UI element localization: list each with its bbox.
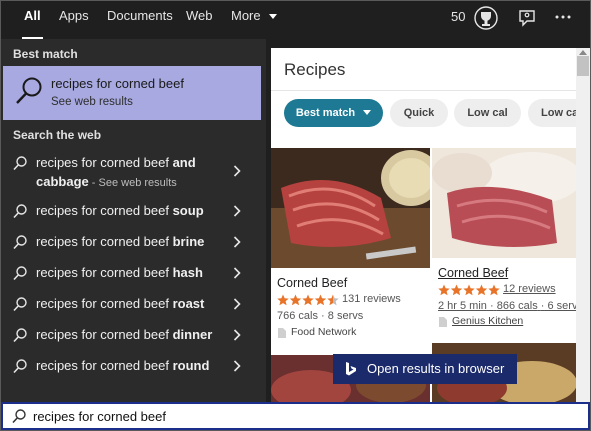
recipe-card[interactable]: Corned Beef 131 reviews 766 cals · 8 ser… bbox=[271, 148, 430, 344]
separator-dot: · bbox=[540, 300, 545, 312]
scrollbar-thumb[interactable] bbox=[577, 56, 589, 76]
search-icon bbox=[13, 235, 27, 250]
scrollbar[interactable] bbox=[576, 48, 590, 402]
rewards-trophy-icon[interactable] bbox=[474, 5, 498, 31]
chevron-right-icon[interactable] bbox=[233, 298, 241, 310]
calories: 866 cals bbox=[496, 300, 538, 312]
best-match-title: recipes for corned beef bbox=[51, 76, 184, 91]
bing-icon bbox=[346, 362, 356, 376]
recipe-title-link[interactable]: Corned Beef bbox=[438, 266, 508, 280]
recipe-title: Corned Beef bbox=[277, 276, 348, 290]
corned-beef-image bbox=[432, 148, 576, 258]
separator-dot: · bbox=[321, 310, 325, 322]
document-icon bbox=[278, 328, 286, 338]
divider bbox=[271, 90, 576, 91]
chevron-right-icon[interactable] bbox=[233, 236, 241, 248]
recipe-source-link[interactable]: Genius Kitchen bbox=[452, 315, 523, 327]
suggestion-prefix: recipes for corned beef bbox=[36, 265, 173, 280]
top-bar: All Apps Documents Web More 50 bbox=[1, 1, 590, 40]
suggestion-prefix: recipes for corned beef bbox=[36, 155, 173, 170]
tab-documents[interactable]: Documents bbox=[107, 9, 173, 31]
filter-best-match[interactable]: Best match bbox=[284, 99, 383, 127]
open-results-in-browser-button[interactable]: Open results in browser bbox=[333, 354, 517, 384]
cook-time: 2 hr 5 min bbox=[438, 300, 487, 312]
suggestion-term: and bbox=[172, 155, 196, 170]
open-results-label: Open results in browser bbox=[367, 361, 505, 376]
caret-down-icon bbox=[363, 110, 372, 115]
feedback-icon[interactable] bbox=[518, 9, 536, 27]
chevron-down-icon bbox=[269, 13, 278, 19]
search-icon bbox=[13, 297, 27, 312]
suggestion-term: roast bbox=[172, 296, 205, 311]
search-icon bbox=[13, 156, 27, 171]
search-input[interactable]: recipes for corned beef bbox=[33, 409, 166, 424]
review-count: 131 reviews bbox=[342, 293, 401, 305]
suggestion-prefix: recipes for corned beef bbox=[36, 358, 173, 373]
suggestion-term: round bbox=[172, 358, 210, 373]
suggestion-term: dinner bbox=[172, 327, 213, 342]
servings: 8 servs bbox=[327, 310, 364, 322]
best-match-item[interactable]: recipes for corned beef See web results bbox=[3, 66, 261, 120]
tab-web[interactable]: Web bbox=[186, 9, 213, 31]
separator-dot: · bbox=[489, 300, 494, 312]
recipes-title: Recipes bbox=[284, 60, 346, 79]
suggestion-term: brine bbox=[172, 234, 205, 249]
search-web-heading: Search the web bbox=[13, 128, 102, 142]
search-icon bbox=[13, 328, 27, 343]
suggestion-item[interactable]: recipes for corned beef and cabbage - Se… bbox=[1, 148, 266, 196]
review-count-link[interactable]: 12 reviews bbox=[503, 283, 556, 295]
calories: 766 cals bbox=[277, 310, 318, 322]
servings: 6 servs bbox=[547, 300, 577, 312]
suggestion-item[interactable]: recipes for corned beef hash bbox=[1, 258, 266, 289]
recipe-meta: 2 hr 5 min · 866 cals · 6 servs bbox=[438, 300, 576, 312]
search-icon bbox=[13, 359, 27, 374]
suggestion-item[interactable]: recipes for corned beef brine bbox=[1, 227, 266, 258]
document-icon bbox=[439, 317, 447, 327]
suggestion-term-line2: cabbage bbox=[36, 174, 89, 189]
suggestion-prefix: recipes for corned beef bbox=[36, 327, 173, 342]
tab-more[interactable]: More bbox=[231, 9, 278, 31]
suggestion-term: hash bbox=[172, 265, 203, 280]
tab-more-label: More bbox=[231, 8, 261, 23]
filter-label: Best match bbox=[295, 107, 356, 119]
suggestion-item[interactable]: recipes for corned beef dinner bbox=[1, 320, 266, 351]
tab-apps[interactable]: Apps bbox=[59, 9, 89, 31]
results-list-pane: Best match recipes for corned beef See w… bbox=[1, 39, 266, 402]
chevron-right-icon[interactable] bbox=[233, 329, 241, 341]
scroll-up-icon[interactable] bbox=[579, 50, 587, 55]
search-icon bbox=[12, 409, 26, 424]
chevron-right-icon[interactable] bbox=[233, 165, 241, 177]
search-icon bbox=[13, 204, 27, 219]
see-web-results-label: - See web results bbox=[88, 177, 177, 189]
suggestion-item[interactable]: recipes for corned beef roast bbox=[1, 289, 266, 320]
suggestion-prefix: recipes for corned beef bbox=[36, 296, 173, 311]
suggestion-item[interactable]: recipes for corned beef soup bbox=[1, 196, 266, 227]
rewards-points: 50 bbox=[451, 9, 466, 24]
filter-low-cal[interactable]: Low cal bbox=[454, 99, 521, 127]
tab-all[interactable]: All bbox=[22, 9, 43, 40]
recipe-card[interactable]: Corned Beef 12 reviews 2 hr 5 min · 866 … bbox=[432, 148, 576, 328]
search-icon bbox=[16, 77, 42, 104]
rating-stars bbox=[277, 294, 339, 306]
chevron-right-icon[interactable] bbox=[233, 205, 241, 217]
recipe-source: Food Network bbox=[291, 326, 357, 338]
best-match-subtitle: See web results bbox=[51, 96, 133, 108]
suggestion-item[interactable]: recipes for corned beef round bbox=[1, 351, 266, 382]
suggestion-prefix: recipes for corned beef bbox=[36, 234, 173, 249]
recipes-preview-pane: Recipes Best match Quick Low cal Low ca … bbox=[271, 48, 576, 402]
suggestion-prefix: recipes for corned beef bbox=[36, 203, 173, 218]
filter-low-cal-2[interactable]: Low ca bbox=[528, 99, 576, 127]
best-match-heading: Best match bbox=[13, 47, 78, 61]
filter-quick[interactable]: Quick bbox=[390, 99, 448, 127]
chevron-right-icon[interactable] bbox=[233, 360, 241, 372]
suggestion-term: soup bbox=[172, 203, 204, 218]
search-box[interactable]: recipes for corned beef bbox=[1, 402, 590, 430]
rating-stars bbox=[438, 284, 500, 296]
search-icon bbox=[13, 266, 27, 281]
recipe-meta: 766 cals · 8 servs bbox=[277, 310, 363, 322]
corned-beef-image bbox=[271, 148, 430, 268]
chevron-right-icon[interactable] bbox=[233, 267, 241, 279]
more-options-icon[interactable] bbox=[555, 15, 571, 19]
